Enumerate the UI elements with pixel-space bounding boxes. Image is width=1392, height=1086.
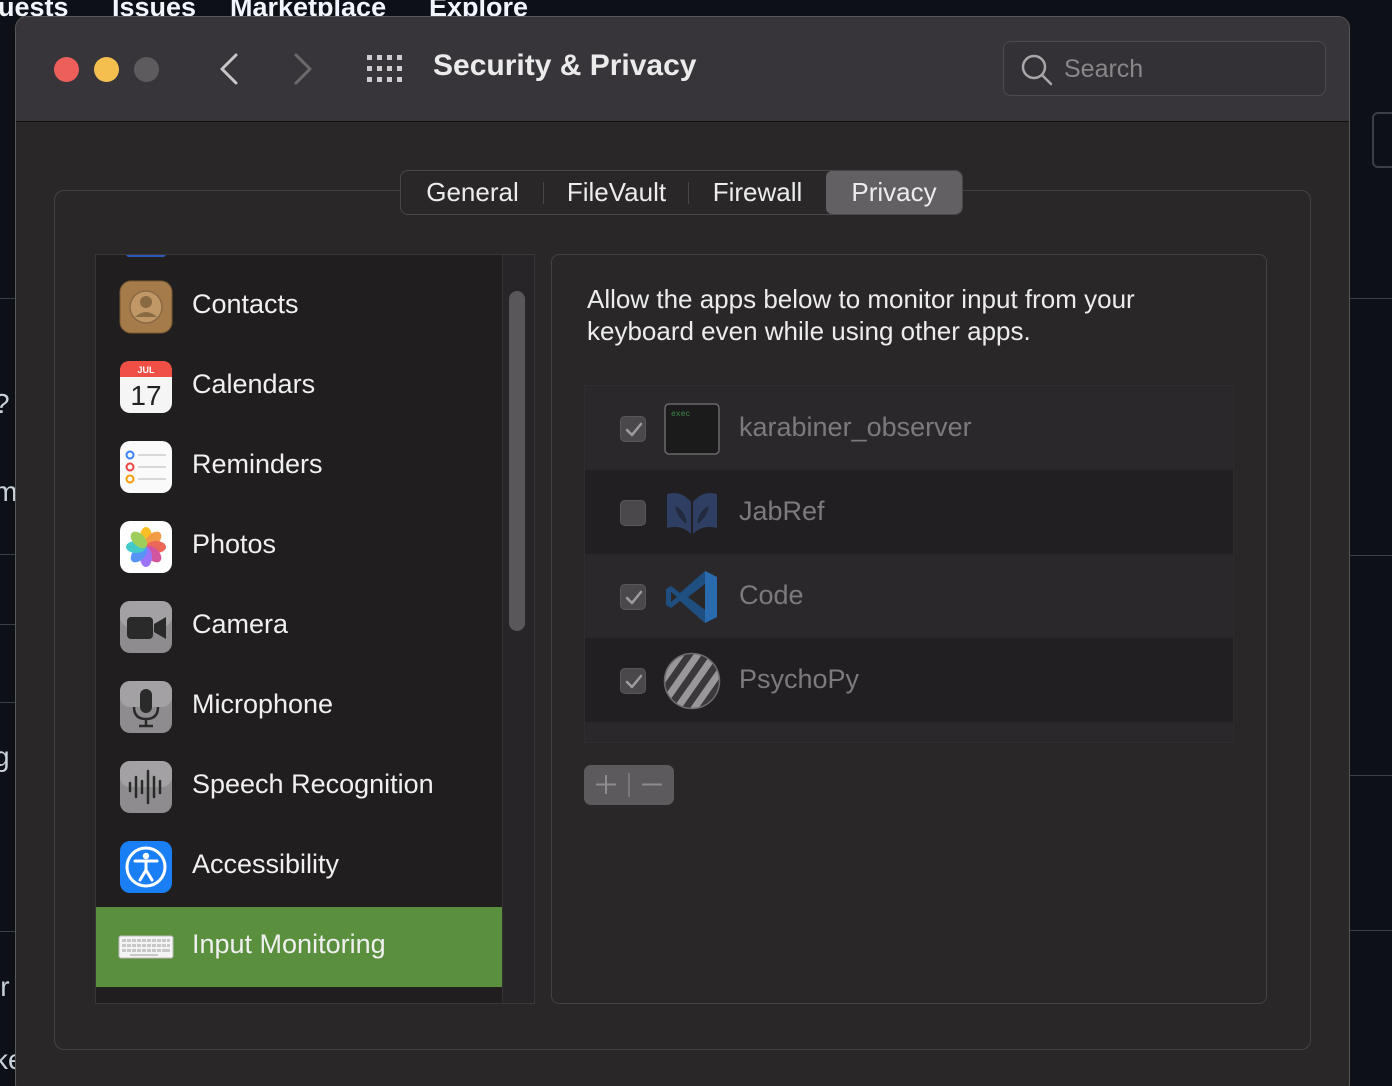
tab-firewall[interactable]: Firewall [689, 171, 826, 214]
calendar-month: JUL [137, 365, 155, 375]
sidebar-item-contacts[interactable]: Contacts [96, 267, 502, 347]
back-button[interactable] [212, 51, 248, 87]
tab-filevault[interactable]: FileVault [544, 171, 689, 214]
app-list[interactable]: exec karabiner_observer JabRef Code Psyc… [584, 385, 1234, 743]
app-checkbox[interactable] [620, 500, 646, 526]
sidebar-item-label: Speech Recognition [192, 769, 434, 799]
app-name: karabiner_observer [739, 412, 972, 442]
sidebar-item-calendars[interactable]: JUL 17 Calendars [96, 347, 502, 427]
zoom-button[interactable] [134, 57, 159, 82]
microphone-icon [120, 681, 172, 733]
add-app-button[interactable] [584, 765, 629, 805]
forward-button[interactable] [284, 51, 320, 87]
show-all-button[interactable] [366, 54, 404, 84]
search-icon [1021, 54, 1053, 86]
add-remove-control [584, 765, 674, 805]
app-row-empty [585, 722, 1233, 742]
remove-app-button[interactable] [629, 765, 674, 805]
sidebar-item-input-monitoring[interactable]: Input Monitoring [96, 907, 502, 987]
sidebar-item-label: Calendars [192, 369, 316, 399]
calendar-day: 17 [130, 380, 161, 411]
sidebar-item-microphone[interactable]: Microphone [96, 667, 502, 747]
sidebar-item-photos[interactable]: Photos [96, 507, 502, 587]
bg-char: g [0, 741, 10, 772]
jabref-icon [667, 493, 717, 534]
sidebar-item-label: Reminders [192, 449, 323, 479]
sidebar-item-label: Input Monitoring [192, 929, 386, 959]
minus-icon [642, 783, 662, 786]
minimize-button[interactable] [94, 57, 119, 82]
tab-bar: General FileVault Firewall Privacy [400, 170, 963, 215]
tab-label: FileVault [566, 177, 667, 207]
exec-icon-text: exec [671, 410, 690, 419]
bg-char: ? [0, 388, 10, 420]
titlebar: Security & Privacy [16, 17, 1349, 122]
app-row-code[interactable]: Code [585, 554, 1233, 638]
checkmark-icon [625, 422, 643, 437]
sidebar-item-camera[interactable]: Camera [96, 587, 502, 667]
calendar-icon: JUL 17 [120, 361, 172, 413]
app-row-jabref[interactable]: JabRef [585, 470, 1233, 554]
bg-char: ir [0, 971, 10, 1002]
psychopy-icon [663, 652, 721, 710]
app-name: Code [739, 580, 804, 610]
tab-label: Firewall [712, 177, 803, 207]
chevron-right-icon [294, 53, 312, 85]
close-button[interactable] [54, 57, 79, 82]
reminders-icon [120, 441, 172, 493]
sidebar-item-reminders[interactable]: Reminders [96, 427, 502, 507]
waveform-icon [120, 761, 172, 813]
sidebar-scroll-thumb[interactable] [509, 291, 525, 631]
checkmark-icon [625, 590, 643, 605]
sidebar-item-label: Contacts [192, 289, 299, 319]
grid-icon [367, 55, 402, 82]
window-title: Security & Privacy [433, 49, 697, 82]
app-row-psychopy[interactable]: PsychoPy [585, 638, 1233, 722]
app-checkbox[interactable] [620, 416, 646, 442]
tab-privacy[interactable]: Privacy [826, 171, 962, 214]
security-privacy-window: Security & Privacy General FileVault Fir… [15, 16, 1350, 1086]
plus-icon [596, 775, 616, 794]
app-name: JabRef [739, 496, 825, 526]
sidebar-item-label: Photos [192, 529, 277, 559]
sidebar-item-label: Microphone [192, 689, 334, 719]
app-checkbox[interactable] [620, 584, 646, 610]
sidebar-item-speech-recognition[interactable]: Speech Recognition [96, 747, 502, 827]
panel-description: Allow the apps below to monitor input fr… [587, 284, 1135, 346]
camera-icon [120, 601, 172, 653]
photos-icon [120, 521, 172, 573]
keyboard-icon [118, 935, 174, 959]
background-browser-left: ? m g ir ke [0, 76, 24, 1086]
tab-general[interactable]: General [401, 171, 544, 214]
privacy-category-list[interactable]: Contacts JUL 17 Calendars Reminders Phot… [95, 254, 535, 1004]
terminal-exec-icon: exec [664, 403, 720, 455]
sidebar-item-label: Accessibility [192, 849, 340, 879]
sidebar-item-label: Camera [192, 609, 289, 639]
input-monitoring-panel: Allow the apps below to monitor input fr… [551, 254, 1267, 1004]
search-input[interactable] [1064, 52, 1304, 86]
vscode-icon [666, 571, 717, 623]
contacts-icon [119, 280, 173, 334]
chevron-left-icon [220, 53, 238, 85]
sidebar-item-accessibility[interactable]: Accessibility [96, 827, 502, 907]
app-name: PsychoPy [739, 664, 860, 694]
tab-label: General [426, 177, 519, 207]
checkmark-icon [625, 674, 643, 689]
app-row-karabiner-observer[interactable]: exec karabiner_observer [585, 386, 1233, 470]
background-browser-right [1350, 0, 1392, 1086]
search-field[interactable] [1003, 41, 1326, 96]
app-checkbox[interactable] [620, 668, 646, 694]
tab-label: Privacy [851, 177, 937, 207]
accessibility-icon [120, 841, 172, 893]
